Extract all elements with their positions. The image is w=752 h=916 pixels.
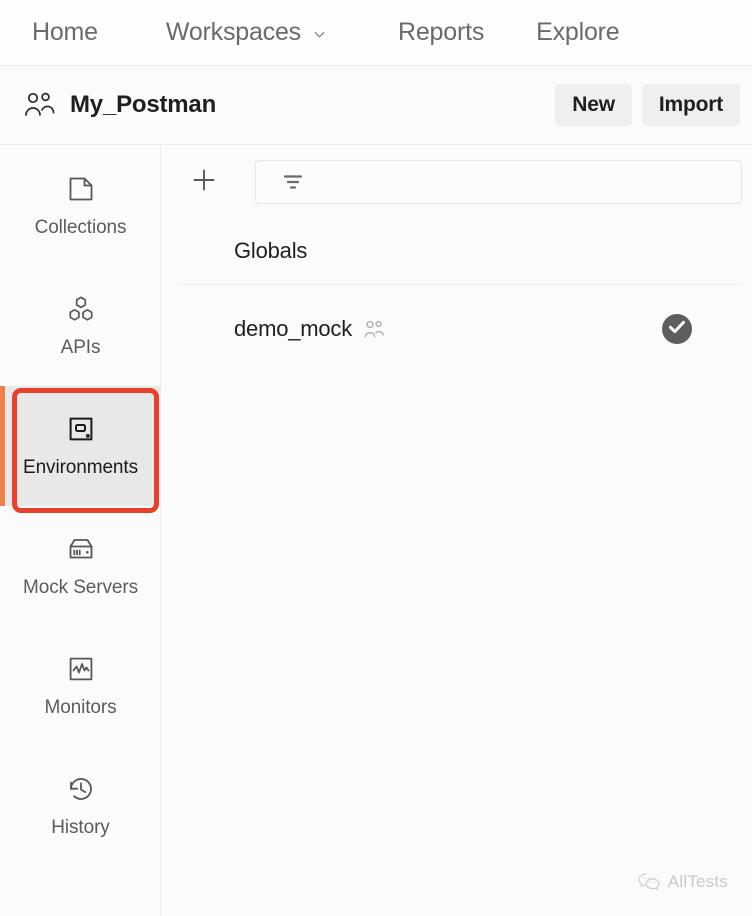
check-circle-icon [662,312,692,347]
sidebar-item-history[interactable]: History [0,746,161,866]
sidebar-item-apis[interactable]: APIs [0,266,161,386]
environment-list-item[interactable]: demo_mock [162,285,752,373]
wechat-icon [638,872,660,892]
sidebar-item-monitors[interactable]: Monitors [0,626,161,746]
team-icon [362,319,386,340]
history-icon [66,774,96,804]
top-navigation-bar: Home Workspaces Reports Explore [0,0,752,66]
new-button[interactable]: New [555,84,632,126]
filter-input[interactable] [255,160,742,204]
workspace-bar: My_Postman New Import [0,66,752,145]
watermark-label: AllTests [667,872,728,891]
sidebar-item-collections[interactable]: Collections [0,146,161,266]
team-icon [22,90,58,120]
collections-icon [66,174,96,204]
nav-item-explore[interactable]: Explore [536,18,620,47]
environments-toolbar [162,146,752,218]
monitors-icon [66,654,96,684]
chevron-down-icon [312,27,327,42]
sidebar-item-environments-label: Environments [23,456,138,478]
workspace-title: My_Postman [70,91,217,118]
nav-item-home[interactable]: Home [32,18,98,47]
nav-item-home-label: Home [32,18,98,46]
mock-servers-icon [66,534,96,564]
import-button[interactable]: Import [641,84,740,126]
globals-row[interactable]: Globals [162,218,752,284]
left-sidebar: Collections APIs Environments Mock Serve… [0,146,161,916]
sidebar-item-monitors-label: Monitors [44,696,117,718]
globals-label: Globals [234,238,308,263]
filter-icon [281,170,305,194]
nav-item-workspaces[interactable]: Workspaces [166,18,327,47]
apis-icon [66,294,96,324]
environments-icon [66,414,96,444]
nav-item-workspaces-label: Workspaces [165,18,301,46]
sidebar-item-history-label: History [51,816,110,838]
sidebar-item-mock-servers-label: Mock Servers [23,576,138,598]
workspace-actions: New Import [555,84,740,126]
sidebar-item-environments[interactable]: Environments [0,386,161,506]
nav-item-explore-label: Explore [536,18,620,46]
sidebar-item-apis-label: APIs [60,336,101,358]
nav-item-reports[interactable]: Reports [398,18,484,47]
environment-name: demo_mock [234,316,353,341]
sidebar-item-collections-label: Collections [34,216,127,238]
postman-app-window: Home Workspaces Reports Explore My_Postm… [0,0,752,916]
environments-panel: Globals demo_mock [162,146,752,916]
nav-item-reports-label: Reports [397,18,485,46]
plus-icon [189,165,219,200]
add-environment-button[interactable] [186,164,222,200]
watermark: AllTests [638,872,728,892]
environment-active-status-badge[interactable] [662,314,692,344]
sidebar-item-mock-servers[interactable]: Mock Servers [0,506,161,626]
